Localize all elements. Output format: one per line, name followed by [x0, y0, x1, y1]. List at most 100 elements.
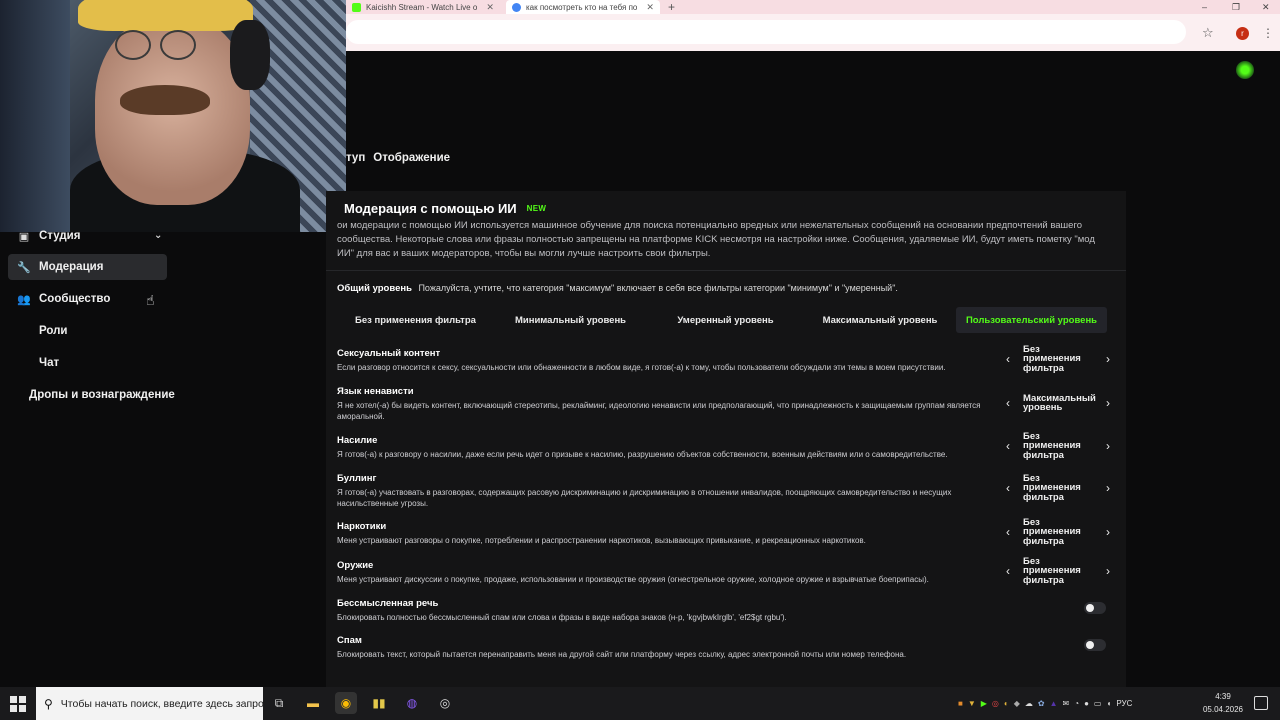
discord-icon[interactable]: ◍ [401, 692, 423, 714]
category-level-value: Без применения фильтра [1023, 516, 1081, 547]
browser-menu-icon[interactable]: ⋮ [1262, 26, 1274, 40]
toggle-title: Бессмысленная речь [337, 598, 439, 609]
file-explorer-icon[interactable]: ▬ [302, 692, 324, 714]
address-bar[interactable] [346, 20, 1186, 44]
level-option-maximum[interactable]: Максимальный уровень [804, 307, 956, 333]
tray-app-icon[interactable]: ◎ [992, 699, 999, 708]
ai-moderation-card: Модерация с помощью ИИ NEW ои модерации … [326, 191, 1126, 691]
tray-app-icon[interactable]: ✉ [1063, 699, 1070, 708]
chevron-right-icon[interactable]: › [1099, 396, 1117, 410]
sidebar-item-label: Модерация [39, 261, 104, 273]
toggle-description: Блокировать текст, который пытается пере… [337, 650, 907, 659]
tray-app-icon[interactable]: ■ [958, 699, 963, 708]
taskbar-clock[interactable]: 4:39 05.04.2026 [1198, 690, 1248, 716]
tab-display[interactable]: Отображение [373, 152, 450, 164]
chrome-icon[interactable]: ◉ [335, 692, 357, 714]
search-icon: ⚲ [44, 696, 53, 711]
tab-access[interactable]: туп [346, 152, 365, 164]
category-description: Я готов(-а) к разговору о насилии, даже … [337, 450, 948, 459]
obs-icon[interactable]: ◎ [434, 692, 456, 714]
volume-icon[interactable]: ◖ [1106, 699, 1111, 708]
chevron-left-icon[interactable]: ‹ [999, 352, 1017, 366]
tray-app-icon[interactable]: ✿ [1038, 699, 1045, 708]
tray-app-icon[interactable]: ☁ [1025, 699, 1033, 708]
windows-start-icon[interactable] [10, 696, 26, 712]
category-level-stepper: ‹ Без применения фильтра › [999, 342, 1117, 376]
language-indicator[interactable]: РУС [1116, 699, 1132, 708]
level-selector: Без применения фильтра Минимальный урове… [337, 307, 1117, 333]
restore-icon[interactable]: ❐ [1232, 0, 1240, 14]
chevron-left-icon[interactable]: ‹ [999, 439, 1017, 453]
sidebar-item-chat[interactable]: Чат [8, 350, 167, 376]
category-level-value: Без применения фильтра [1023, 343, 1081, 374]
tab-title: как посмотреть кто на тебя по [526, 2, 638, 12]
webcam-headset [230, 20, 270, 90]
general-level-note: Общий уровень Пожалуйста, учтите, что ка… [337, 283, 898, 294]
browser-tab-search[interactable]: как посмотреть кто на тебя по ✕ [506, 0, 660, 14]
chevron-right-icon[interactable]: › [1099, 525, 1117, 539]
category-row-weapons: Оружие Меня устраивают дискуссии о покуп… [337, 557, 1117, 585]
sidebar-item-roles[interactable]: Роли [8, 318, 167, 344]
gibberish-toggle[interactable] [1084, 602, 1106, 614]
profile-avatar[interactable]: r [1236, 27, 1249, 40]
toggle-title: Спам [337, 635, 362, 646]
spam-toggle[interactable] [1084, 639, 1106, 651]
task-view-icon[interactable]: ⧉ [268, 692, 290, 714]
user-avatar[interactable] [1236, 61, 1254, 79]
general-level-hint: Пожалуйста, учтите, что категория "макси… [418, 283, 898, 293]
tray-app-icon[interactable]: ▲ [1050, 699, 1058, 708]
network-icon[interactable]: ▭ [1094, 699, 1102, 708]
category-level-stepper: ‹ Без применения фильтра › [999, 471, 1117, 505]
chevron-right-icon[interactable]: › [1099, 439, 1117, 453]
tray-app-icon[interactable]: ◔ [1074, 699, 1079, 708]
category-description: Если разговор относится к сексу, сексуал… [337, 363, 946, 372]
chevron-left-icon[interactable]: ‹ [999, 396, 1017, 410]
google-favicon-icon [512, 2, 521, 12]
category-level-value: Без применения фильтра [1023, 472, 1081, 503]
chevron-right-icon[interactable]: › [1099, 564, 1117, 578]
close-tab-icon[interactable]: ✕ [646, 2, 654, 13]
tray-app-icon[interactable]: ◆ [1014, 699, 1020, 708]
category-level-stepper: ‹ Без применения фильтра › [999, 554, 1117, 588]
sidebar-item-studio[interactable]: ▣ Студия ⌄ [8, 223, 167, 249]
level-option-none[interactable]: Без применения фильтра [337, 307, 494, 333]
general-level-label: Общий уровень [337, 283, 412, 294]
studio-icon: ▣ [18, 230, 30, 243]
close-window-icon[interactable]: ✕ [1262, 0, 1270, 14]
kick-favicon-icon [352, 2, 361, 12]
search-placeholder: Чтобы начать поиск, введите здесь запрос [60, 697, 263, 710]
card-description: ои модерации с помощью ИИ используется м… [337, 220, 1095, 259]
level-option-custom[interactable]: Пользовательский уровень [956, 307, 1107, 333]
close-tab-icon[interactable]: ✕ [486, 2, 494, 13]
sidebar-item-label: Студия [39, 230, 81, 242]
tray-app-icon[interactable]: ▼ [968, 699, 976, 708]
new-badge: NEW [526, 204, 547, 213]
taskbar-search-input[interactable]: ⚲ Чтобы начать поиск, введите здесь запр… [36, 687, 263, 720]
chevron-right-icon[interactable]: › [1099, 481, 1117, 495]
sidebar-item-community[interactable]: 👥 Сообщество [8, 286, 167, 312]
category-level-stepper: ‹ Без применения фильтра › [999, 429, 1117, 463]
section-tabs: туп Отображение [346, 152, 450, 164]
new-tab-button[interactable]: + [668, 0, 675, 14]
minimize-icon[interactable]: – [1202, 0, 1207, 14]
bookmark-star-icon[interactable]: ☆ [1202, 25, 1214, 41]
browser-tab-kick[interactable]: Kaicishh Stream - Watch Live o ✕ [346, 0, 502, 14]
notifications-icon[interactable] [1254, 696, 1268, 710]
page-title: Модерация с помощью ИИ [344, 201, 517, 216]
windows-taskbar: ⚲ Чтобы начать поиск, введите здесь запр… [0, 687, 1280, 720]
level-option-moderate[interactable]: Умеренный уровень [647, 307, 804, 333]
chevron-left-icon[interactable]: ‹ [999, 481, 1017, 495]
microphone-icon[interactable]: ● [1084, 699, 1089, 708]
browser-toolbar: ☆ r ⋮ [346, 14, 1280, 51]
app-icon[interactable]: ▮▮ [368, 692, 390, 714]
tray-app-icon[interactable]: ◐ [1004, 699, 1009, 708]
chevron-left-icon[interactable]: ‹ [999, 525, 1017, 539]
chevron-right-icon[interactable]: › [1099, 352, 1117, 366]
sidebar-item-drops[interactable]: Дропы и вознаграждение [20, 382, 200, 408]
toggle-row-spam: Спам Блокировать текст, который пытается… [337, 635, 1117, 660]
level-option-minimal[interactable]: Минимальный уровень [494, 307, 647, 333]
tray-app-icon[interactable]: ▶ [981, 699, 987, 708]
sidebar-item-moderation[interactable]: 🔧 Модерация [8, 254, 167, 280]
chevron-left-icon[interactable]: ‹ [999, 564, 1017, 578]
category-row-violence: Насилие Я готов(-а) к разговору о насили… [337, 432, 1117, 460]
